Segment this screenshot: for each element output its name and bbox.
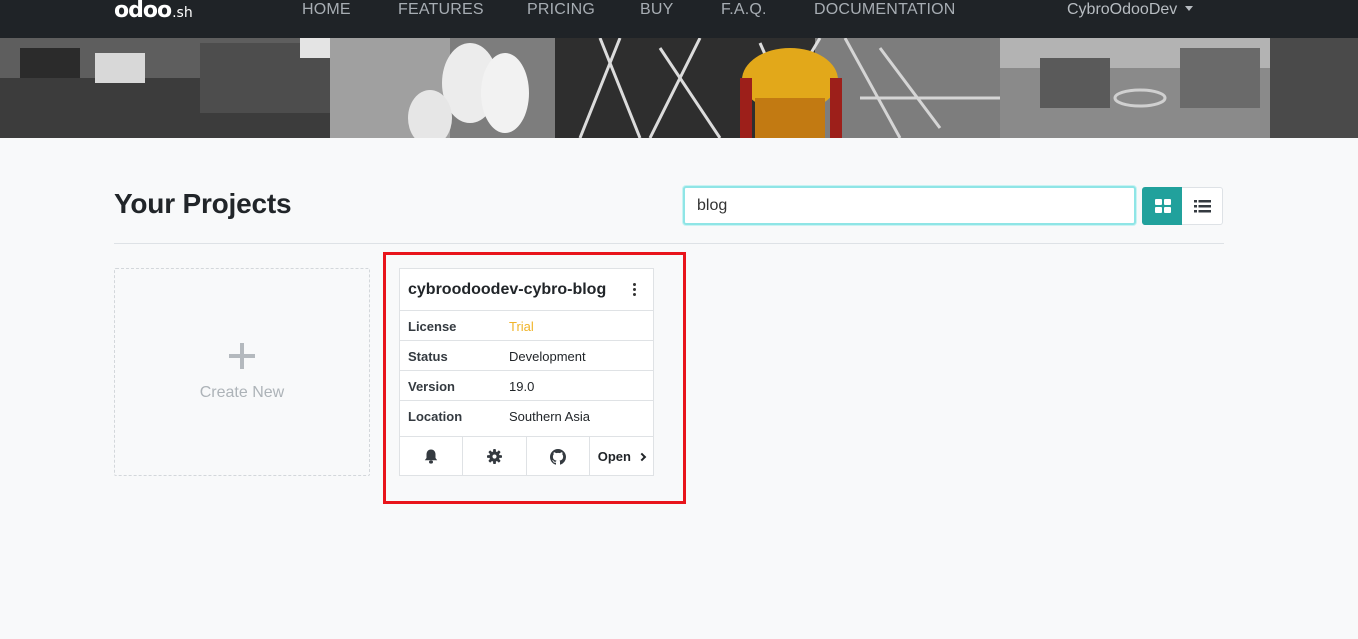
user-menu-dropdown[interactable]: CybroOdooDev (1067, 0, 1194, 20)
nav-pricing[interactable]: PRICING (527, 0, 595, 20)
hero-banner-image (0, 38, 1358, 138)
list-view-button[interactable] (1182, 187, 1223, 225)
nav-documentation[interactable]: DOCUMENTATION (814, 0, 956, 20)
grid-icon (1154, 199, 1171, 213)
grid-view-button[interactable] (1142, 187, 1183, 225)
header-divider (114, 243, 1224, 244)
nav-faq[interactable]: F.A.Q. (721, 0, 767, 20)
page-title: Your Projects (114, 188, 292, 219)
create-new-project-card[interactable]: Create New (114, 268, 370, 476)
top-navbar: odoo.sh HOME FEATURES PRICING BUY F.A.Q.… (0, 0, 1358, 38)
nav-buy[interactable]: BUY (640, 0, 674, 20)
nav-home[interactable]: HOME (302, 0, 351, 20)
plus-icon (115, 341, 369, 371)
list-icon (1193, 199, 1211, 212)
caret-down-icon (1185, 6, 1194, 11)
nav-features[interactable]: FEATURES (398, 0, 484, 20)
odoo-sh-logo[interactable]: odoo.sh (114, 0, 193, 28)
hero-illustration (0, 38, 1358, 138)
user-name: CybroOdooDev (1067, 1, 1178, 18)
logo-text: odoo (114, 0, 172, 23)
search-input[interactable] (683, 186, 1136, 225)
logo-suffix: .sh (172, 5, 193, 21)
highlight-box-annotation (383, 252, 686, 504)
create-new-label: Create New (199, 384, 285, 401)
